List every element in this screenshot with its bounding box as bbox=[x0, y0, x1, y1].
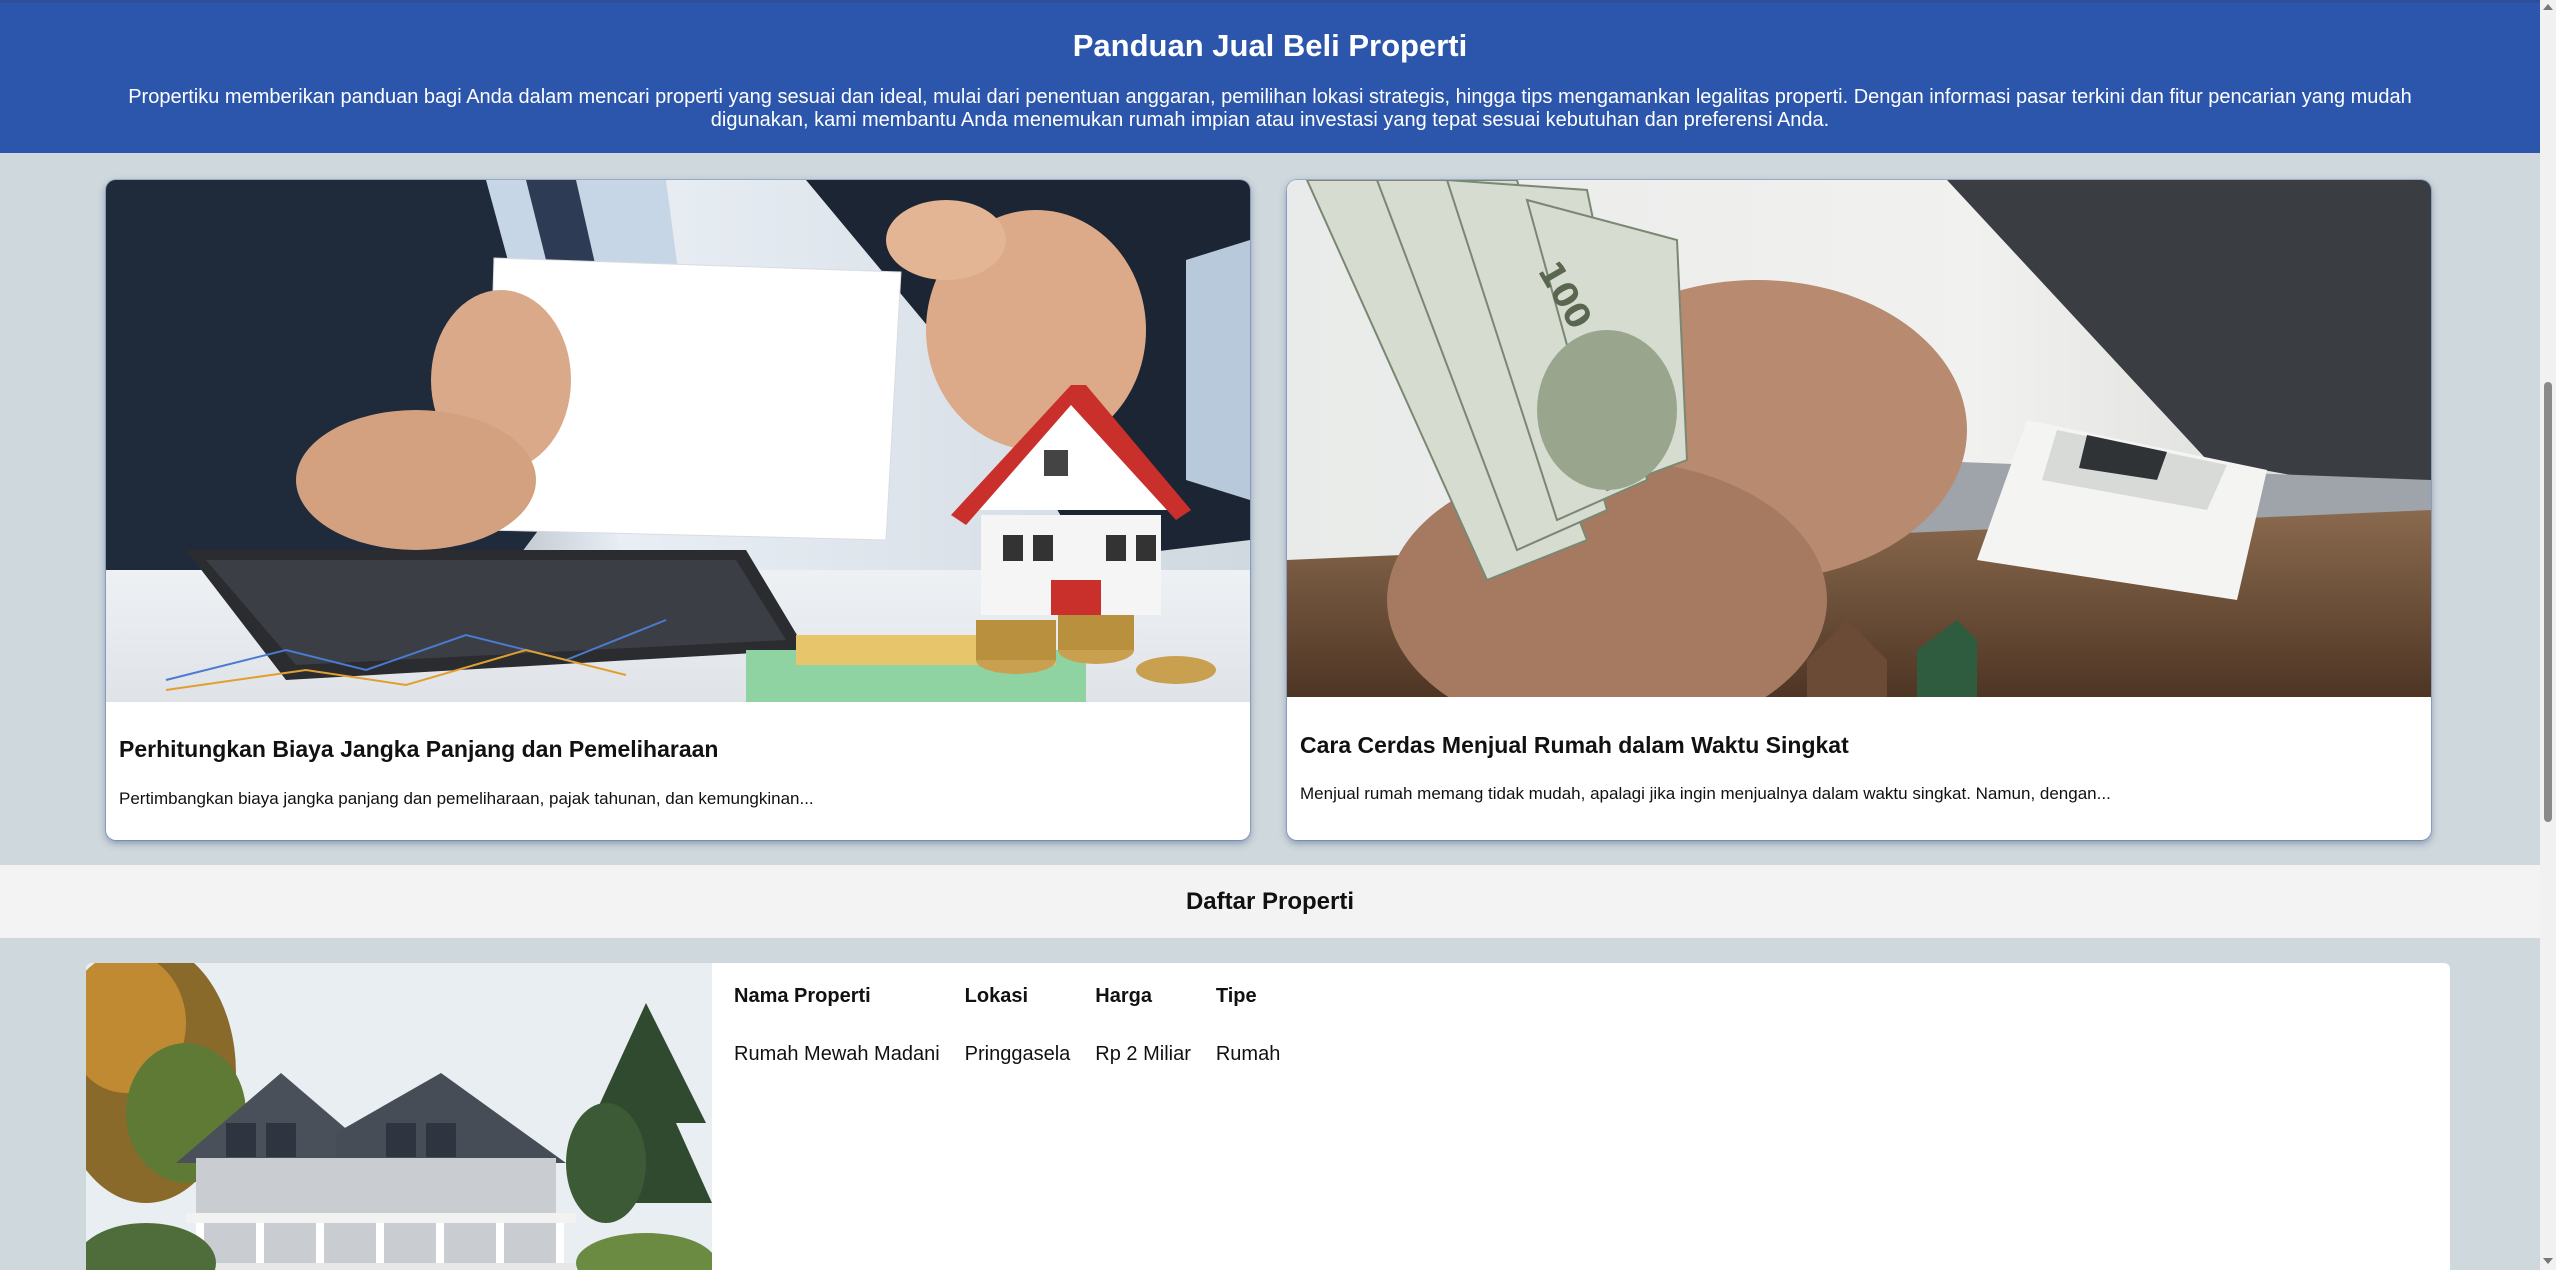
column-header-name: Nama Properti bbox=[734, 985, 871, 1007]
scroll-up-arrow-icon[interactable] bbox=[2543, 4, 2553, 10]
scrollbar-thumb[interactable] bbox=[2544, 382, 2552, 822]
page-scrollbar[interactable] bbox=[2540, 0, 2556, 1270]
article-title[interactable]: Cara Cerdas Menjual Rumah dalam Waktu Si… bbox=[1300, 731, 1849, 759]
property-type: Rumah bbox=[1215, 1043, 1281, 1065]
property-table: Nama Properti Lokasi Harga Tipe Rumah Me… bbox=[734, 973, 1305, 1078]
column-header-location: Lokasi bbox=[964, 985, 1029, 1007]
property-card[interactable]: Nama Properti Lokasi Harga Tipe Rumah Me… bbox=[86, 963, 2450, 1270]
column-header-type: Tipe bbox=[1215, 985, 1257, 1007]
property-table-header: Nama Properti Lokasi Harga Tipe bbox=[734, 973, 1305, 1023]
guide-header: Panduan Jual Beli Properti Propertiku me… bbox=[0, 3, 2540, 153]
scroll-down-arrow-icon[interactable] bbox=[2543, 1258, 2553, 1264]
article-card-long-term-costs[interactable]: Perhitungkan Biaya Jangka Panjang dan Pe… bbox=[106, 180, 1250, 840]
article-card-sell-quickly[interactable]: 100 Cara Cerdas Menjual Rumah dalam Wakt… bbox=[1287, 180, 2431, 840]
page-title: Panduan Jual Beli Properti bbox=[1072, 28, 1468, 63]
property-image-house bbox=[86, 963, 712, 1270]
table-row[interactable]: Rumah Mewah Madani Pringgasela Rp 2 Mili… bbox=[734, 1023, 1305, 1078]
article-image-house-model bbox=[106, 180, 1250, 702]
article-image-money-calculator: 100 bbox=[1287, 180, 2431, 697]
column-header-price: Harga bbox=[1095, 985, 1152, 1007]
property-list-header: Daftar Properti bbox=[0, 865, 2540, 938]
article-excerpt: Menjual rumah memang tidak mudah, apalag… bbox=[1300, 784, 2111, 803]
article-excerpt: Pertimbangkan biaya jangka panjang dan p… bbox=[119, 789, 814, 808]
property-price: Rp 2 Miliar bbox=[1095, 1043, 1191, 1065]
property-location: Pringgasela bbox=[964, 1043, 1071, 1065]
article-title[interactable]: Perhitungkan Biaya Jangka Panjang dan Pe… bbox=[119, 735, 718, 763]
property-list-title: Daftar Properti bbox=[1185, 888, 1355, 915]
property-name: Rumah Mewah Madani bbox=[734, 1043, 940, 1065]
page-description: Propertiku memberikan panduan bagi Anda … bbox=[128, 86, 2412, 131]
